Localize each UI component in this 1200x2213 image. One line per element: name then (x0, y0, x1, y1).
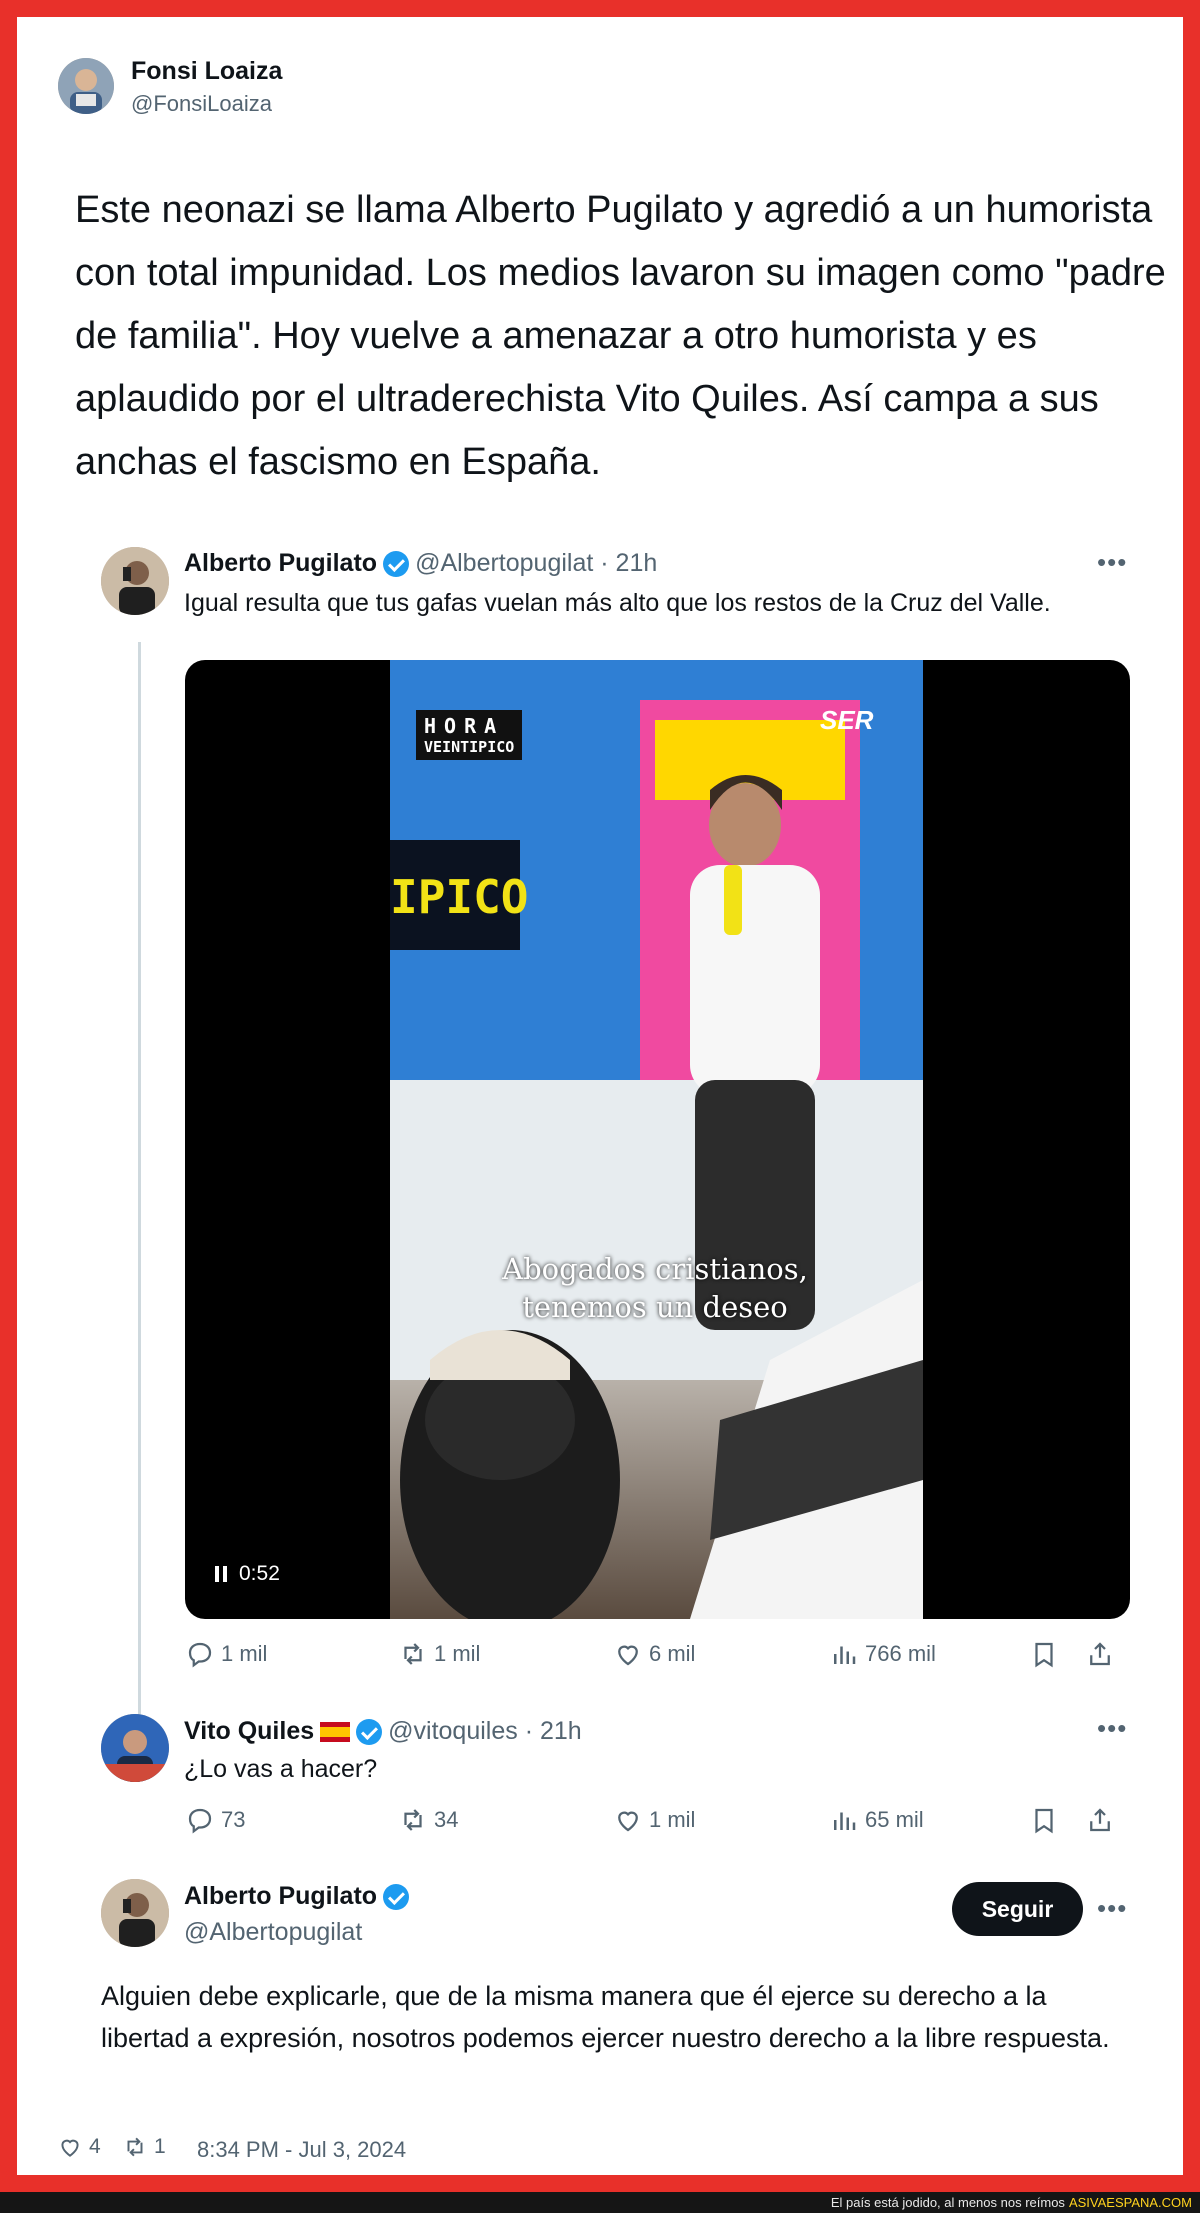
tweet2-text: ¿Lo vas a hacer? (184, 1755, 378, 1783)
tweet1-video[interactable]: HORA VEINTIPICO SER IPICO Abogados crist… (185, 660, 1130, 1619)
author-name[interactable]: Fonsi Loaiza (131, 57, 282, 86)
tweet2-repost-count: 34 (434, 1807, 459, 1832)
tweet1-repost-count: 1 mil (434, 1641, 481, 1666)
tweet1-share-icon[interactable] (1085, 1639, 1115, 1669)
subtitle-line-2: tenemos un deseo (522, 1290, 788, 1324)
tweet1-avatar[interactable] (101, 547, 169, 615)
tweet1-reply[interactable]: 1 mil (185, 1639, 267, 1669)
tweet1-view-count: 766 mil (865, 1641, 936, 1666)
post-card: Fonsi Loaiza @FonsiLoaiza Este neonazi s… (17, 17, 1183, 2175)
verified-badge-icon (356, 1718, 383, 1745)
tweet1-meta[interactable]: @Albertopugilat · 21h (415, 549, 657, 578)
subtitle-line-1: Abogados cristianos, (502, 1252, 808, 1286)
tweet1-like-count: 6 mil (649, 1641, 696, 1666)
views-icon (834, 1646, 856, 1664)
pause-icon[interactable] (215, 1566, 227, 1582)
post-repost-count: 1 (154, 2135, 166, 2158)
repost-icon (127, 2137, 143, 2157)
video-frame: HORA VEINTIPICO SER IPICO (390, 660, 923, 1619)
tweet2-share-icon[interactable] (1085, 1805, 1115, 1835)
tweet1-name[interactable]: Alberto Pugilato (184, 549, 377, 578)
video-network-logo: SER (820, 705, 874, 735)
tweet2-bookmark-icon[interactable] (1029, 1805, 1059, 1835)
tweet2-like[interactable]: 1 mil (613, 1805, 695, 1835)
repost-icon (404, 1643, 422, 1665)
tweet1-header: Alberto Pugilato @Albertopugilat · 21h (184, 549, 657, 578)
tweet3-handle[interactable]: @Albertopugilat (184, 1918, 362, 1947)
thread-line (138, 642, 141, 1717)
author-avatar[interactable] (58, 58, 114, 114)
video-logo-top: HORA (424, 714, 505, 738)
tweet2-reply-count: 73 (221, 1807, 246, 1832)
views-icon (834, 1812, 856, 1830)
heart-icon (618, 1645, 638, 1666)
verified-badge-icon (383, 1883, 410, 1910)
tweet2-reply[interactable]: 73 (185, 1805, 245, 1835)
reply-icon (188, 1808, 212, 1834)
post-text: Este neonazi se llama Alberto Pugilato y… (75, 189, 1166, 483)
tweet3-more-icon[interactable]: ••• (1097, 1893, 1127, 1924)
tweet3-header: Alberto Pugilato (184, 1882, 410, 1911)
post-timestamp[interactable]: 8:34 PM - Jul 3, 2024 (197, 2137, 406, 2163)
tweet2-avatar[interactable] (101, 1714, 169, 1782)
spain-flag-icon (320, 1721, 351, 1742)
tweet1-more-icon[interactable]: ••• (1097, 547, 1127, 578)
post-repost[interactable]: 1 (122, 2134, 166, 2160)
repost-icon (404, 1809, 422, 1831)
follow-button[interactable]: Seguir (952, 1882, 1083, 1936)
tweet2-views[interactable]: 65 mil (829, 1805, 924, 1835)
tweet2-repost[interactable]: 34 (398, 1805, 458, 1835)
video-subtitle: Abogados cristianos, tenemos un deseo (485, 1250, 825, 1326)
video-time: 0:52 (239, 1562, 280, 1585)
video-show-logo: HORA VEINTIPICO (416, 710, 523, 760)
tweet2-name[interactable]: Vito Quiles (184, 1717, 314, 1746)
tweet2-like-count: 1 mil (649, 1807, 696, 1832)
tweet2-more-icon[interactable]: ••• (1097, 1713, 1127, 1744)
video-wall-text: IPICO (390, 870, 529, 924)
tweet1-repost[interactable]: 1 mil (398, 1639, 480, 1669)
post-like-count: 4 (89, 2135, 101, 2158)
tweet1-like[interactable]: 6 mil (613, 1639, 695, 1669)
tweet2-meta[interactable]: @vitoquiles · 21h (388, 1717, 582, 1746)
heart-icon (618, 1811, 638, 1832)
footer-site-link[interactable]: ASIVAESPANA.COM (1069, 2195, 1192, 2210)
tweet3-avatar[interactable] (101, 1879, 169, 1947)
site-footer: El país está jodido, al menos nos reímos… (0, 2192, 1200, 2213)
tweet3-text: Alguien debe explicarle, que de la misma… (101, 1981, 1110, 2053)
tweet2-view-count: 65 mil (865, 1807, 924, 1832)
tweet1-text: Igual resulta que tus gafas vuelan más a… (184, 589, 1051, 617)
tweet1-reply-count: 1 mil (221, 1641, 268, 1666)
footer-tagline: El país está jodido, al menos nos reímos (830, 2195, 1065, 2210)
reply-icon (188, 1642, 212, 1668)
tweet1-bookmark-icon[interactable] (1029, 1639, 1059, 1669)
tweet1-views[interactable]: 766 mil (829, 1639, 936, 1669)
tweet2-header: Vito Quiles @vitoquiles · 21h (184, 1717, 582, 1746)
video-controls: 0:52 (215, 1562, 280, 1586)
verified-badge-icon (383, 550, 410, 577)
heart-icon (61, 2139, 79, 2157)
post-like[interactable]: 4 (57, 2134, 101, 2160)
video-logo-bottom: VEINTIPICO (424, 738, 515, 756)
tweet3-name[interactable]: Alberto Pugilato (184, 1882, 377, 1911)
author-handle[interactable]: @FonsiLoaiza (131, 91, 272, 117)
